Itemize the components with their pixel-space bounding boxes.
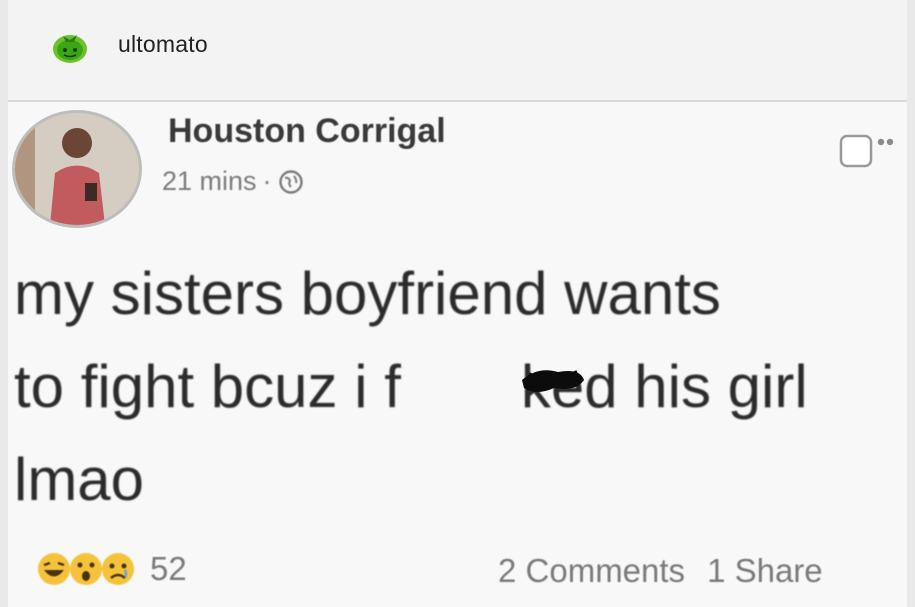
app-header: ultomato [8, 0, 907, 102]
avatar-image [15, 113, 139, 225]
shares-link[interactable]: 1 Share [707, 552, 823, 589]
redaction-scribble [522, 370, 584, 392]
meta-separator: · [262, 166, 272, 196]
reaction-count: 52 [150, 550, 187, 587]
screenshot-frame: ultomato Houston Corrigal 21 mins · my s… [8, 0, 907, 607]
post-text: my sisters boyfriend wants to fight bcuz… [14, 260, 808, 513]
wow-icon [70, 553, 102, 585]
post-meta: 21 mins · [162, 166, 304, 197]
comments-link[interactable]: 2 Comments [498, 552, 685, 589]
avatar[interactable] [12, 110, 142, 228]
tomato-logo-icon [53, 35, 87, 63]
post-time[interactable]: 21 mins [162, 166, 257, 197]
post-stats: 2 Comments 1 Share [498, 552, 845, 590]
reaction-bar[interactable]: 52 [36, 550, 187, 588]
globe-icon [278, 169, 303, 194]
more-options-icon[interactable] [835, 130, 895, 174]
app-name[interactable]: ultomato [118, 31, 208, 58]
haha-icon [38, 553, 70, 585]
sad-icon [102, 553, 134, 585]
post-card: Houston Corrigal 21 mins · my sisters bo… [8, 102, 907, 607]
post-author[interactable]: Houston Corrigal [168, 112, 446, 151]
